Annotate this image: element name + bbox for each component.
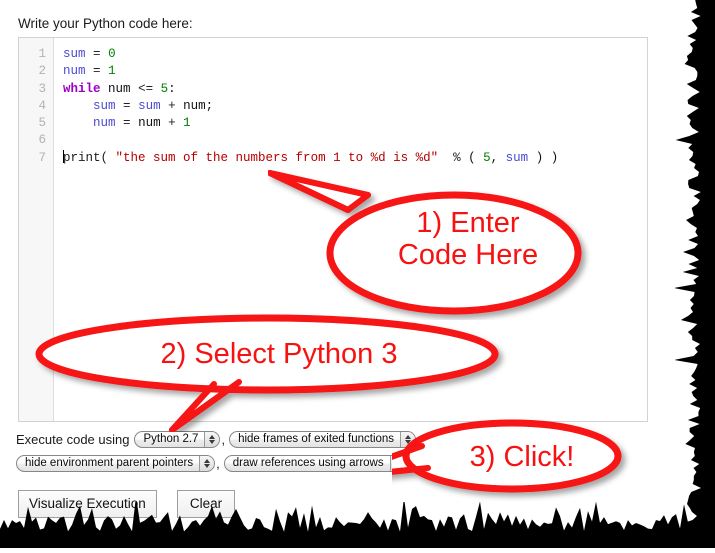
code-token: <= (138, 81, 154, 96)
code-line: num = 1 (63, 63, 558, 80)
code-token: while (63, 81, 101, 96)
code-token: num (108, 81, 131, 96)
visualize-execution-button[interactable]: Visualize Execution (18, 490, 157, 518)
code-token: + (168, 98, 176, 113)
code-line: while num <= 5: (63, 81, 558, 98)
separator-comma: , (221, 431, 226, 447)
stepper-arrows-icon (400, 431, 416, 447)
code-editor[interactable]: 1234567 sum = 0 num = 1 while num <= 5: su… (18, 37, 648, 422)
code-token: "the sum of the numbers from 1 to %d is … (115, 150, 439, 165)
hide-frames-value: hide frames of exited functions (238, 432, 395, 445)
code-token: 1 (183, 116, 191, 131)
code-token: = (123, 116, 131, 131)
code-token: ) ) (528, 150, 559, 165)
code-token: num; (183, 98, 214, 113)
code-token: sum (138, 98, 161, 113)
code-token: : (168, 81, 176, 96)
code-token: print( (63, 150, 109, 165)
line-number: 5 (38, 116, 46, 131)
torn-edge-shape (673, 0, 715, 548)
line-number: 4 (38, 98, 46, 113)
code-line: num = num + 1 (63, 115, 558, 132)
code-token: 5 (483, 150, 491, 165)
line-number: 6 (38, 133, 46, 148)
code-token: = (123, 98, 131, 113)
line-number-gutter: 1 2 3 4 5 6 7 (19, 38, 54, 421)
clear-button[interactable]: Clear (176, 490, 236, 518)
stepper-arrows-icon (204, 431, 220, 447)
code-token: num (63, 64, 86, 79)
hide-frames-select[interactable]: hide frames of exited functions (229, 430, 417, 448)
code-token: sum (93, 98, 116, 113)
hide-env-pointers-value: hide environment parent pointers (25, 456, 194, 469)
code-token: ( (460, 150, 484, 165)
line-number: 2 (38, 64, 46, 79)
code-token: sum (63, 47, 86, 61)
code-token: 0 (108, 47, 116, 61)
separator-comma: , (216, 455, 220, 471)
options-row-2: hide environment parent pointers , draw … (16, 452, 656, 474)
code-token: % (453, 150, 461, 165)
code-text-area[interactable]: sum = 0 num = 1 while num <= 5: sum = sum … (63, 46, 558, 167)
draw-references-select[interactable]: draw references using arrows (223, 454, 406, 472)
code-token: 1 (108, 64, 116, 79)
code-token: num (93, 116, 116, 131)
code-line: sum = sum + num; (63, 98, 558, 115)
line-number: 7 (38, 150, 46, 165)
code-token: num (138, 116, 161, 131)
python-version-select[interactable]: Python 2.7 (134, 430, 221, 448)
code-line: print( "the sum of the numbers from 1 to… (63, 149, 559, 167)
action-buttons: Visualize Execution Clear (18, 490, 236, 518)
code-token: , (490, 150, 506, 165)
hide-env-pointers-select[interactable]: hide environment parent pointers (16, 454, 216, 472)
code-token: = (93, 47, 101, 61)
code-token: 5 (160, 81, 169, 96)
execute-code-using-label: Execute code using (16, 431, 130, 447)
options-row-1: Execute code using Python 2.7 , hide fra… (16, 428, 656, 450)
options-panel: Execute code using Python 2.7 , hide fra… (16, 428, 656, 476)
code-line: sum = 0 (63, 46, 558, 63)
torn-paper-right-edge (673, 0, 715, 548)
page-title: Write your Python code here: (18, 16, 193, 31)
separator-comma: , (417, 431, 421, 447)
line-number: 3 (38, 81, 46, 96)
draw-references-value: draw references using arrows (232, 456, 384, 469)
stepper-arrows-icon (199, 455, 215, 471)
stepper-arrows-icon (389, 455, 405, 471)
screenshot-page: Write your Python code here: 1 2 3 4 5 6 7 sum… (0, 0, 715, 548)
line-number: 1 (38, 47, 46, 61)
code-token: sum (505, 150, 529, 165)
code-token: + (168, 116, 176, 131)
python-version-value: Python 2.7 (143, 432, 199, 445)
code-token: = (93, 64, 101, 79)
